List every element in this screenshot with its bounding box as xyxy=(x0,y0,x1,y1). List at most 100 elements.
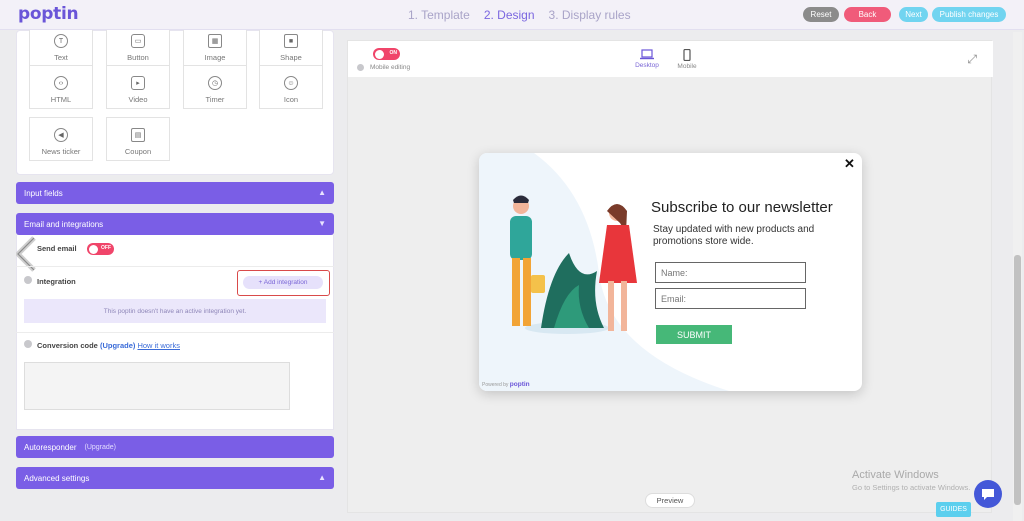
element-tile-coupon[interactable]: ▤ Coupon xyxy=(106,117,170,161)
conversion-code-label: Conversion code xyxy=(37,341,98,350)
video-icon: ▸ xyxy=(131,76,145,90)
mobile-editing-label: Mobile editing xyxy=(370,64,411,71)
popup-title[interactable]: Subscribe to our newsletter xyxy=(651,199,833,216)
mobile-editing-toggle[interactable]: ON xyxy=(373,48,400,60)
mobile-editing-radio[interactable] xyxy=(357,64,364,71)
email-integrations-panel-header[interactable]: Email and integrations ▼ xyxy=(16,213,334,235)
close-icon[interactable]: ✕ xyxy=(844,156,855,172)
conversion-code-textarea[interactable] xyxy=(24,362,290,410)
next-button[interactable]: Next xyxy=(899,7,928,22)
device-label: Mobile xyxy=(677,63,697,70)
popup-subtitle[interactable]: Stay updated with new products and promo… xyxy=(653,224,853,248)
element-tile-image[interactable]: ▦ Image xyxy=(183,30,247,67)
expand-icon[interactable]: ⤢ xyxy=(967,52,977,67)
chat-button[interactable] xyxy=(974,480,1002,508)
powered-by: Powered by poptin xyxy=(482,381,530,388)
powered-by-brand: poptin xyxy=(509,381,530,388)
device-label: Desktop xyxy=(635,62,659,69)
code-icon: ‹› xyxy=(54,76,68,90)
top-bar: poptin 1. Template 2. Design 3. Display … xyxy=(0,0,1024,30)
submit-button[interactable]: SUBMIT xyxy=(656,325,732,344)
tile-label: HTML xyxy=(50,95,72,104)
conversion-code-radio[interactable] xyxy=(24,340,32,348)
element-tile-video[interactable]: ▸ Video xyxy=(106,65,170,109)
canvas-toolbar: ON Mobile editing Desktop Mobile ⤢ xyxy=(348,41,993,77)
panel-title: Autoresponder xyxy=(24,442,77,452)
editor-sidebar: T Text ▭ Button ▦ Image ■ Shape ‹› HTML … xyxy=(16,30,334,521)
chevron-up-icon: ▲ xyxy=(318,188,326,197)
panel-title: Advanced settings xyxy=(24,473,90,483)
chevron-down-icon: ▼ xyxy=(318,219,326,228)
toggle-state: ON xyxy=(389,50,398,56)
step-design[interactable]: 2. Design xyxy=(484,8,535,22)
toggle-knob xyxy=(374,49,384,59)
no-integration-note: This poptin doesn't have an active integ… xyxy=(24,299,326,323)
divider xyxy=(16,332,334,333)
shape-icon: ■ xyxy=(284,34,298,48)
phone-icon xyxy=(683,49,691,61)
coupon-icon: ▤ xyxy=(131,128,145,142)
powered-by-text: Powered by xyxy=(482,382,509,388)
add-integration-highlight: + Add integration xyxy=(237,270,330,296)
tile-label: Shape xyxy=(280,53,302,62)
button-icon: ▭ xyxy=(131,34,145,48)
scrollbar-thumb[interactable] xyxy=(1014,255,1021,505)
newsletter-popup: ✕ Subscribe to our newsletter Stay updat… xyxy=(479,153,862,391)
tile-label: Image xyxy=(204,53,226,62)
element-tile-text[interactable]: T Text xyxy=(29,30,93,67)
megaphone-icon: ◀ xyxy=(54,128,68,142)
tile-label: Timer xyxy=(205,95,225,104)
panel-title: Email and integrations xyxy=(24,219,104,229)
tile-label: Video xyxy=(128,95,148,104)
desktop-view-button[interactable]: Desktop xyxy=(632,49,662,69)
chat-bubble-icon xyxy=(982,488,994,500)
name-field[interactable]: Name: xyxy=(655,262,806,283)
tile-label: News ticker xyxy=(41,147,81,156)
timer-icon: ◷ xyxy=(208,76,222,90)
back-button[interactable]: Back xyxy=(844,7,891,22)
email-field[interactable]: Email: xyxy=(655,288,806,309)
autoresponder-upgrade-tag: (Upgrade) xyxy=(84,443,116,451)
advanced-settings-panel-header[interactable]: Advanced settings ▲ xyxy=(16,467,334,489)
integration-radio[interactable] xyxy=(24,276,32,284)
add-integration-button[interactable]: + Add integration xyxy=(243,276,323,289)
poptin-logo[interactable]: poptin xyxy=(18,4,79,24)
tile-label: Text xyxy=(54,53,68,62)
divider xyxy=(16,266,334,267)
step-template[interactable]: 1. Template xyxy=(408,8,470,22)
tile-label: Button xyxy=(127,53,149,62)
element-tile-icon[interactable]: ☺ Icon xyxy=(259,65,323,109)
conversion-code-row: Conversion code (Upgrade) How it works xyxy=(37,341,180,350)
activate-windows-title: Activate Windows xyxy=(852,469,939,481)
how-it-works-link[interactable]: How it works xyxy=(137,341,180,350)
step-display-rules[interactable]: 3. Display rules xyxy=(549,8,631,22)
smiley-icon: ☺ xyxy=(284,76,298,90)
toggle-knob xyxy=(88,244,98,254)
element-tile-shape[interactable]: ■ Shape xyxy=(259,30,323,67)
design-canvas: ON Mobile editing Desktop Mobile ⤢ ✕ Sub… xyxy=(347,40,993,513)
image-icon: ▦ xyxy=(208,34,222,48)
wizard-steps: 1. Template 2. Design 3. Display rules xyxy=(408,8,631,22)
element-tile-news-ticker[interactable]: ◀ News ticker xyxy=(29,117,93,161)
autoresponder-panel-header[interactable]: Autoresponder (Upgrade) xyxy=(16,436,334,458)
reset-button[interactable]: Reset xyxy=(803,7,839,22)
publish-changes-button[interactable]: Publish changes xyxy=(932,7,1006,22)
activate-windows-subtitle: Go to Settings to activate Windows. xyxy=(852,483,971,492)
integration-label: Integration xyxy=(37,277,76,286)
preview-button[interactable]: Preview xyxy=(645,493,695,508)
panel-title: Input fields xyxy=(24,188,63,198)
send-email-label: Send email xyxy=(37,244,77,253)
element-tile-timer[interactable]: ◷ Timer xyxy=(183,65,247,109)
laptop-icon xyxy=(640,49,654,60)
guides-button[interactable]: GUIDES xyxy=(936,502,971,517)
elements-card: T Text ▭ Button ▦ Image ■ Shape ‹› HTML … xyxy=(16,30,334,175)
send-email-toggle[interactable]: OFF xyxy=(87,243,114,255)
input-fields-panel-header[interactable]: Input fields ▲ xyxy=(16,182,334,204)
element-tile-button[interactable]: ▭ Button xyxy=(106,30,170,67)
chevron-up-icon: ▲ xyxy=(318,473,326,482)
tile-label: Coupon xyxy=(124,147,152,156)
element-tile-html[interactable]: ‹› HTML xyxy=(29,65,93,109)
tile-label: Icon xyxy=(283,95,299,104)
conversion-upgrade-link[interactable]: (Upgrade) xyxy=(100,341,135,350)
mobile-view-button[interactable]: Mobile xyxy=(672,49,702,70)
